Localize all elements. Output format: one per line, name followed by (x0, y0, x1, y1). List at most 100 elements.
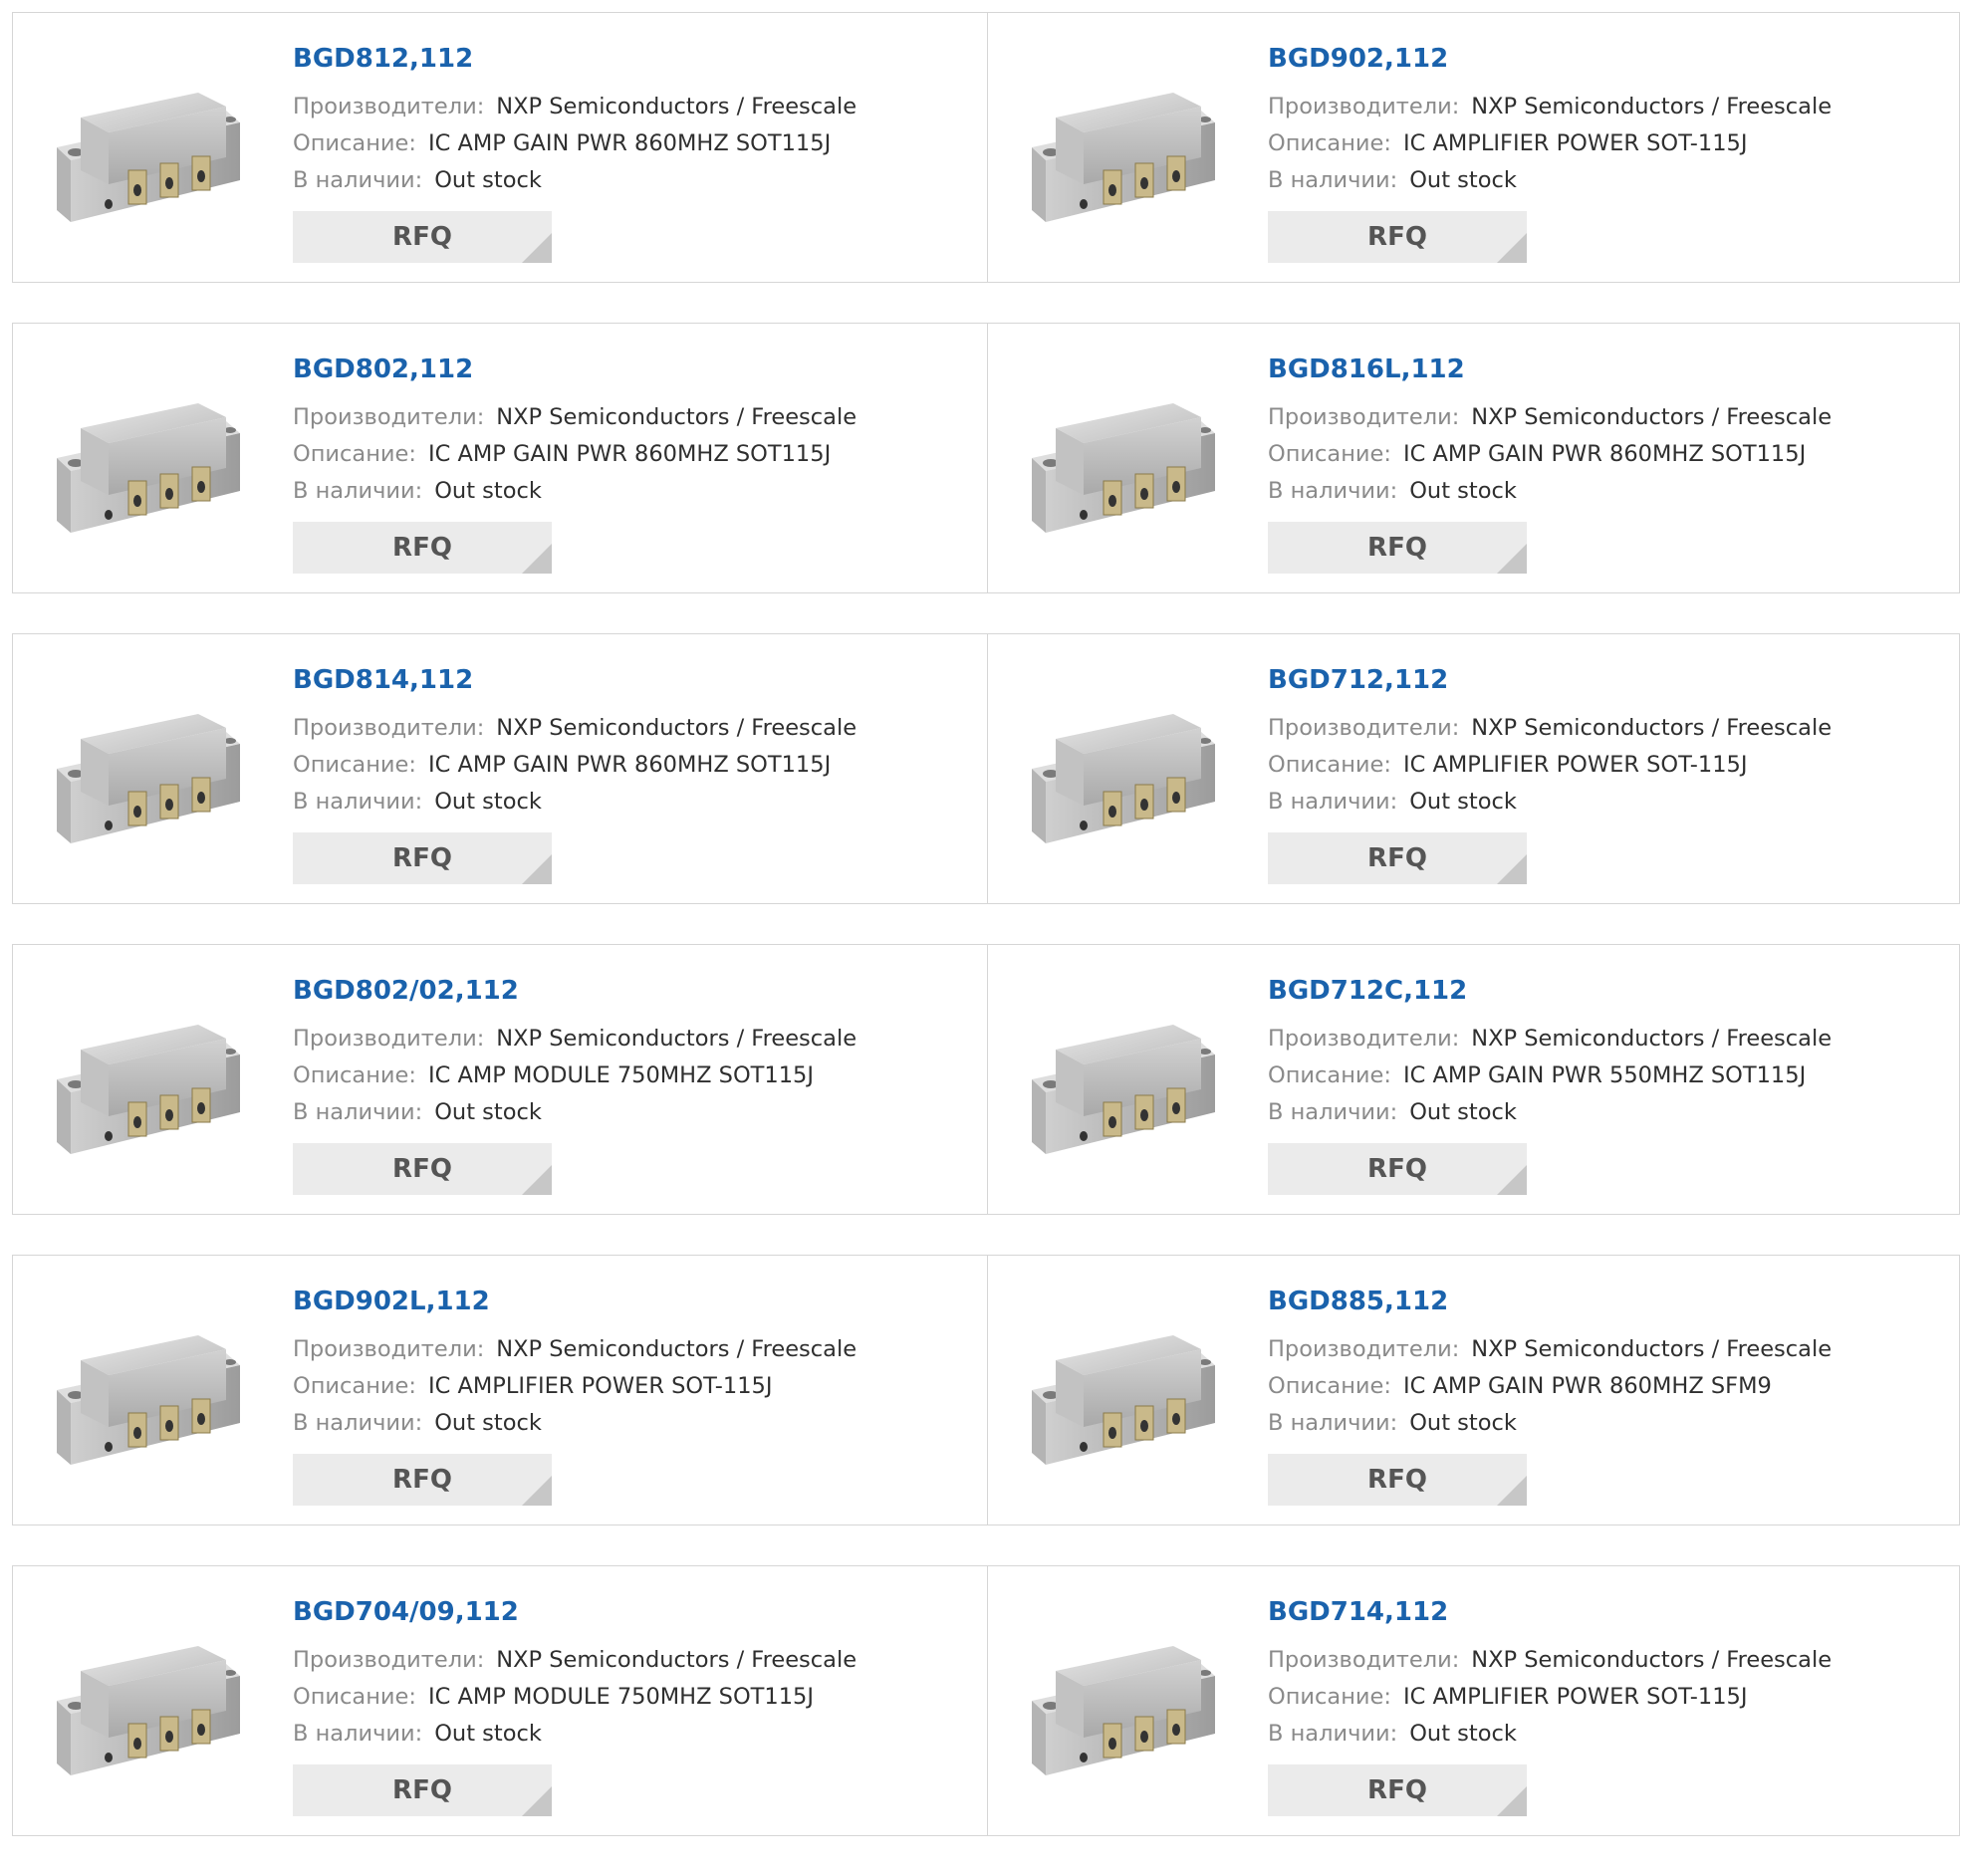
rfq-button[interactable]: RFQ (1268, 211, 1527, 263)
manufacturer-label: Производители: (1268, 404, 1460, 430)
product-info: BGD902L,112 Производители: NXP Semiconduc… (293, 1286, 977, 1506)
description-value: IC AMP GAIN PWR 860MHZ SOT115J (1402, 441, 1807, 467)
description-label: Описание: (293, 441, 416, 467)
product-card: BGD902L,112 Производители: NXP Semiconduc… (13, 1256, 987, 1524)
rf-amplifier-module-icon[interactable] (49, 674, 248, 873)
description-label: Описание: (293, 1373, 416, 1399)
part-number-link[interactable]: BGD712,112 (1268, 664, 1949, 696)
stock-value: Out stock (434, 478, 542, 504)
rf-amplifier-module-icon[interactable] (1024, 674, 1223, 873)
manufacturer-value: NXP Semiconductors / Freescale (496, 94, 858, 119)
product-card: BGD814,112 Производители: NXP Semiconduct… (13, 634, 987, 903)
product-card: BGD885,112 Производители: NXP Semiconduct… (987, 1256, 1959, 1524)
rfq-button[interactable]: RFQ (1268, 1143, 1527, 1195)
manufacturer-value: NXP Semiconductors / Freescale (496, 1336, 858, 1362)
manufacturer-value: NXP Semiconductors / Freescale (1471, 404, 1833, 430)
rf-amplifier-module-icon[interactable] (1024, 1606, 1223, 1805)
part-number-link[interactable]: BGD714,112 (1268, 1596, 1949, 1628)
manufacturer-row: Производители: NXP Semiconductors / Frees… (293, 1642, 977, 1679)
rf-amplifier-module-icon[interactable] (1024, 53, 1223, 252)
description-value: IC AMPLIFIER POWER SOT-115J (1402, 1684, 1748, 1710)
manufacturer-value: NXP Semiconductors / Freescale (1471, 1647, 1833, 1673)
manufacturer-label: Производители: (293, 404, 485, 430)
manufacturer-value: NXP Semiconductors / Freescale (1471, 715, 1833, 741)
rf-amplifier-module-icon[interactable] (1024, 363, 1223, 563)
rfq-button[interactable]: RFQ (293, 522, 552, 574)
rfq-label: RFQ (1367, 533, 1427, 563)
description-value: IC AMPLIFIER POWER SOT-115J (427, 1373, 773, 1399)
rf-amplifier-module-icon[interactable] (49, 1606, 248, 1805)
manufacturer-label: Производители: (293, 94, 485, 119)
corner-triangle-icon (522, 233, 552, 263)
part-number-link[interactable]: BGD704/09,112 (293, 1596, 977, 1628)
rfq-label: RFQ (392, 222, 452, 252)
stock-row: В наличии: Out stock (293, 1716, 977, 1753)
description-value: IC AMP GAIN PWR 860MHZ SOT115J (427, 130, 832, 156)
rf-amplifier-module-icon[interactable] (49, 1295, 248, 1495)
product-row: BGD902L,112 Производители: NXP Semiconduc… (12, 1255, 1960, 1525)
manufacturer-row: Производители: NXP Semiconductors / Frees… (293, 399, 977, 436)
stock-row: В наличии: Out stock (293, 473, 977, 510)
stock-row: В наличии: Out stock (1268, 162, 1949, 199)
corner-triangle-icon (1497, 1476, 1527, 1506)
stock-label: В наличии: (1268, 478, 1398, 504)
rfq-label: RFQ (392, 1154, 452, 1184)
description-label: Описание: (293, 1684, 416, 1710)
rf-amplifier-module-icon[interactable] (49, 53, 248, 252)
part-number-link[interactable]: BGD802/02,112 (293, 975, 977, 1007)
stock-value: Out stock (1409, 1721, 1517, 1747)
rfq-label: RFQ (392, 843, 452, 873)
manufacturer-label: Производители: (293, 1647, 485, 1673)
rfq-label: RFQ (1367, 1775, 1427, 1805)
rfq-button[interactable]: RFQ (1268, 1764, 1527, 1816)
part-number-link[interactable]: BGD816L,112 (1268, 353, 1949, 385)
rf-amplifier-module-icon[interactable] (1024, 985, 1223, 1184)
part-number-link[interactable]: BGD885,112 (1268, 1286, 1949, 1317)
manufacturer-row: Производители: NXP Semiconductors / Frees… (1268, 89, 1949, 125)
product-row: BGD704/09,112 Производители: NXP Semicond… (12, 1565, 1960, 1836)
rfq-button[interactable]: RFQ (1268, 832, 1527, 884)
corner-triangle-icon (522, 1786, 552, 1816)
description-label: Описание: (293, 752, 416, 778)
rf-amplifier-module-icon[interactable] (49, 985, 248, 1184)
product-card: BGD712,112 Производители: NXP Semiconduct… (987, 634, 1959, 903)
manufacturer-label: Производители: (1268, 1026, 1460, 1052)
description-row: Описание: IC AMP GAIN PWR 860MHZ SOT115J (1268, 436, 1949, 473)
manufacturer-row: Производители: NXP Semiconductors / Frees… (1268, 399, 1949, 436)
product-card: BGD712C,112 Производители: NXP Semiconduc… (987, 945, 1959, 1214)
rfq-label: RFQ (1367, 1154, 1427, 1184)
corner-triangle-icon (1497, 854, 1527, 884)
part-number-link[interactable]: BGD902L,112 (293, 1286, 977, 1317)
rfq-button[interactable]: RFQ (293, 832, 552, 884)
manufacturer-label: Производители: (1268, 94, 1460, 119)
description-row: Описание: IC AMP MODULE 750MHZ SOT115J (293, 1057, 977, 1094)
stock-label: В наличии: (1268, 789, 1398, 815)
description-value: IC AMP GAIN PWR 860MHZ SFM9 (1402, 1373, 1772, 1399)
manufacturer-value: NXP Semiconductors / Freescale (496, 1647, 858, 1673)
part-number-link[interactable]: BGD814,112 (293, 664, 977, 696)
description-label: Описание: (1268, 1062, 1391, 1088)
part-number-link[interactable]: BGD902,112 (1268, 43, 1949, 75)
stock-label: В наличии: (293, 167, 423, 193)
rfq-button[interactable]: RFQ (1268, 522, 1527, 574)
rfq-button[interactable]: RFQ (1268, 1454, 1527, 1506)
rf-amplifier-module-icon[interactable] (49, 363, 248, 563)
part-number-link[interactable]: BGD802,112 (293, 353, 977, 385)
part-number-link[interactable]: BGD812,112 (293, 43, 977, 75)
description-label: Описание: (1268, 1684, 1391, 1710)
rfq-button[interactable]: RFQ (293, 211, 552, 263)
corner-triangle-icon (522, 1476, 552, 1506)
manufacturer-row: Производители: NXP Semiconductors / Frees… (293, 710, 977, 747)
manufacturer-value: NXP Semiconductors / Freescale (496, 1026, 858, 1052)
manufacturer-row: Производители: NXP Semiconductors / Frees… (1268, 710, 1949, 747)
stock-row: В наличии: Out stock (1268, 473, 1949, 510)
rfq-button[interactable]: RFQ (293, 1764, 552, 1816)
rf-amplifier-module-icon[interactable] (1024, 1295, 1223, 1495)
stock-row: В наличии: Out stock (293, 1094, 977, 1131)
stock-value: Out stock (1409, 478, 1517, 504)
rfq-button[interactable]: RFQ (293, 1454, 552, 1506)
part-number-link[interactable]: BGD712C,112 (1268, 975, 1949, 1007)
rfq-label: RFQ (1367, 843, 1427, 873)
rfq-button[interactable]: RFQ (293, 1143, 552, 1195)
manufacturer-label: Производители: (293, 715, 485, 741)
